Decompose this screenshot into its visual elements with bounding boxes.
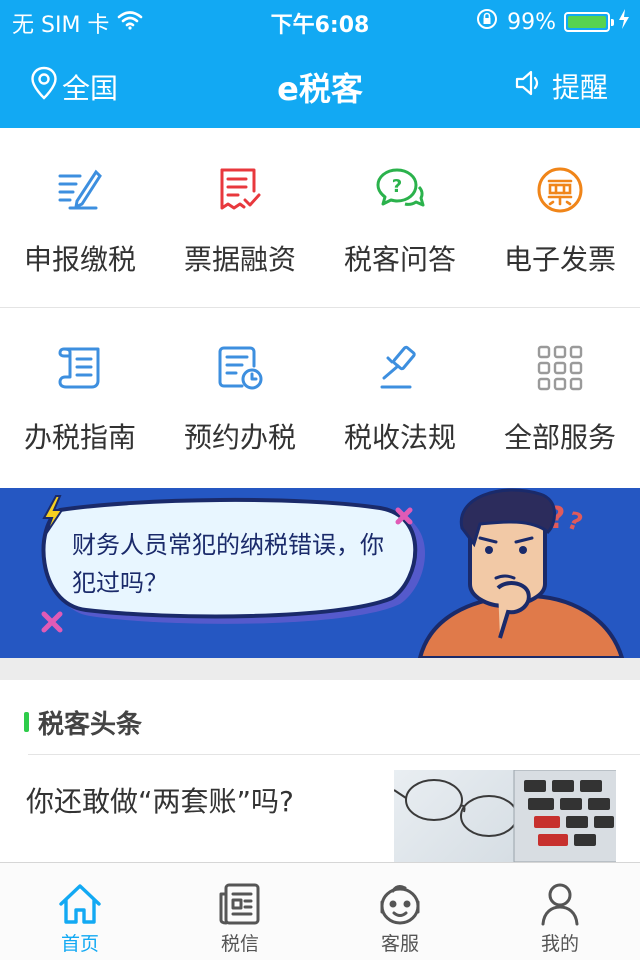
home-icon (57, 881, 103, 927)
tab-customer-service[interactable]: 客服 (320, 863, 480, 960)
section-accent-bar (24, 712, 29, 732)
tab-tax-news[interactable]: 税信 (160, 863, 320, 960)
service-declare-tax[interactable]: 申报缴税 (0, 132, 160, 307)
law-gavel-icon (374, 342, 426, 394)
news-item[interactable]: 你还敢做“两套账”吗? (0, 756, 640, 862)
app-header: 无 SIM 卡 下午6:08 99% 全国 e税客 提醒 (0, 0, 640, 128)
service-grid-row-2: 办税指南 预约办税 税收法规 全部服务 (0, 310, 640, 486)
reminder-button[interactable]: 提醒 (514, 66, 608, 106)
service-appointment[interactable]: 预约办税 (160, 310, 320, 486)
service-label: 税收法规 (343, 421, 456, 454)
tab-label: 税信 (220, 933, 259, 955)
service-label: 申报缴税 (23, 243, 136, 276)
service-label: 电子发票 (503, 243, 616, 276)
service-label: 票据融资 (183, 243, 296, 276)
news-thumbnail (394, 770, 616, 862)
appointment-clock-icon (214, 342, 266, 394)
speaker-icon (514, 69, 544, 104)
tab-home[interactable]: 首页 (0, 863, 160, 960)
service-grid-row-1: 申报缴税 票据融资 ? 税客问答 电子发票 (0, 132, 640, 308)
tab-profile[interactable]: 我的 (480, 863, 640, 960)
bill-finance-icon (214, 164, 266, 216)
service-e-invoice[interactable]: 电子发票 (480, 132, 640, 307)
guide-scroll-icon (54, 342, 106, 394)
promo-banner[interactable]: ? ? 财务人员常犯的纳税错误，你犯过吗？ (0, 488, 640, 658)
e-invoice-icon (534, 164, 586, 216)
news-section-header: 税客头条 (0, 690, 640, 754)
service-bill-finance[interactable]: 票据融资 (160, 132, 320, 307)
all-services-grid-icon (534, 342, 586, 394)
nav-bar: 全国 e税客 提醒 (0, 50, 640, 120)
service-label: 全部服务 (503, 421, 616, 454)
svg-text:?: ? (564, 506, 587, 537)
service-qa[interactable]: ? 税客问答 (320, 132, 480, 307)
tab-bar: 首页 税信 客服 我的 (0, 862, 640, 960)
service-label: 税客问答 (343, 243, 456, 276)
service-all[interactable]: 全部服务 (480, 310, 640, 486)
service-label: 预约办税 (183, 421, 296, 454)
battery-percent: 99% (507, 9, 556, 35)
customer-service-icon (377, 881, 423, 927)
section-gap (0, 658, 640, 680)
service-tax-guide[interactable]: 办税指南 (0, 310, 160, 486)
service-label: 办税指南 (23, 421, 136, 454)
tab-label: 客服 (380, 933, 419, 955)
rotation-lock-icon (475, 7, 499, 37)
reminder-label: 提醒 (551, 71, 608, 104)
tab-label: 我的 (540, 933, 579, 955)
qa-chat-icon: ? (374, 164, 426, 216)
tab-label: 首页 (60, 933, 99, 955)
profile-icon (537, 881, 583, 927)
svg-text:?: ? (392, 176, 402, 197)
service-tax-law[interactable]: 税收法规 (320, 310, 480, 486)
news-doc-icon (217, 881, 263, 927)
news-section-title: 税客头条 (38, 710, 143, 740)
charging-bolt-icon (618, 9, 630, 35)
declare-tax-icon (54, 164, 106, 216)
news-item-title: 你还敢做“两套账”吗? (26, 785, 294, 818)
divider (28, 754, 640, 755)
status-bar: 无 SIM 卡 下午6:08 99% (0, 0, 640, 40)
battery-icon (564, 12, 614, 32)
banner-text: 财务人员常犯的纳税错误，你犯过吗？ (72, 531, 384, 597)
